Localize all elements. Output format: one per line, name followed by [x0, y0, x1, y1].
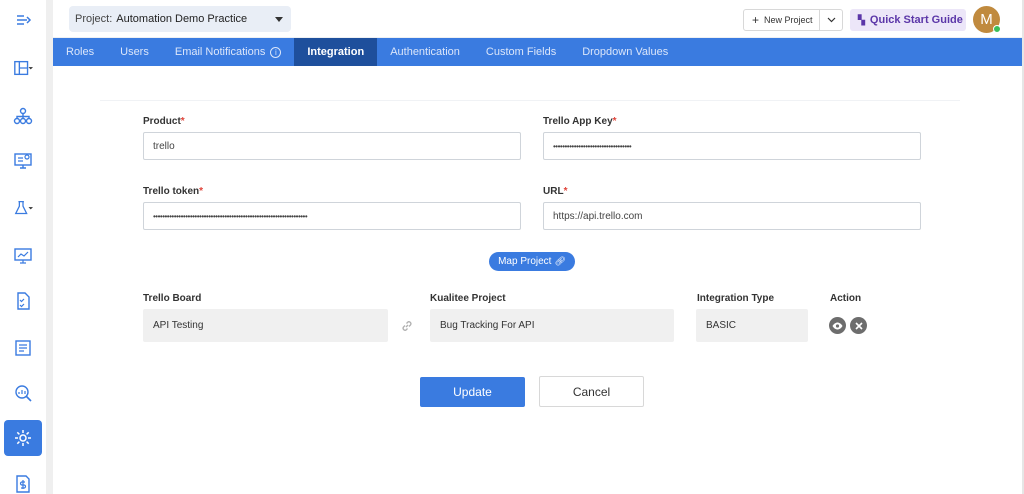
- col-action: Action: [830, 293, 862, 304]
- hierarchy-icon[interactable]: [4, 98, 42, 134]
- product-input[interactable]: trello: [143, 132, 521, 160]
- new-project-dropdown-button[interactable]: [819, 9, 843, 31]
- map-project-button[interactable]: Map Project 🔗︎: [489, 252, 575, 271]
- col-trello-board: Trello Board: [143, 293, 202, 304]
- info-icon: i: [270, 46, 282, 58]
- tab-integration[interactable]: Integration: [294, 38, 378, 66]
- quick-start-guide-button[interactable]: ▚ Quick Start Guide: [850, 9, 966, 31]
- delete-x-icon[interactable]: [850, 317, 867, 334]
- project-select-value: Automation Demo Practice: [116, 13, 248, 25]
- quick-start-label: Quick Start Guide: [869, 14, 963, 26]
- trello-app-key-input[interactable]: ••••••••••••••••••••••••••••••••••: [543, 132, 921, 160]
- trello-token-input[interactable]: ••••••••••••••••••••••••••••••••••••••••…: [143, 202, 521, 230]
- project-select-label: Project:: [75, 13, 113, 25]
- sidebar-scrollbar[interactable]: [46, 0, 53, 494]
- url-label: URL*: [543, 186, 568, 197]
- cancel-button[interactable]: Cancel: [539, 376, 644, 407]
- top-header: Project: Automation Demo Practice + New …: [53, 0, 1024, 38]
- monitor-settings-icon[interactable]: [4, 143, 42, 179]
- chain-link-icon: [400, 319, 414, 336]
- view-eye-icon[interactable]: [829, 317, 846, 334]
- col-integration-type: Integration Type: [697, 293, 775, 304]
- caret-down-icon: [275, 17, 283, 22]
- online-status-dot: [993, 25, 1001, 33]
- map-project-label: Map Project: [498, 256, 552, 267]
- update-button[interactable]: Update: [420, 377, 525, 407]
- link-icon: 🔗︎: [554, 256, 566, 266]
- new-project-label: New Project: [764, 15, 813, 25]
- integration-type-cell: BASIC: [696, 309, 808, 342]
- kualitee-project-cell: Bug Tracking For API: [430, 309, 674, 342]
- report-icon[interactable]: [4, 330, 42, 366]
- trello-app-key-label: Trello App Key*: [543, 116, 617, 127]
- tab-users[interactable]: Users: [107, 38, 162, 66]
- checklist-icon[interactable]: [4, 283, 42, 319]
- dollar-doc-icon[interactable]: [4, 466, 42, 494]
- flask-icon[interactable]: [4, 190, 42, 226]
- tab-custom-fields[interactable]: Custom Fields: [473, 38, 569, 66]
- trello-token-label: Trello token*: [143, 186, 204, 197]
- gear-icon[interactable]: [4, 420, 42, 456]
- project-select[interactable]: Project: Automation Demo Practice: [69, 6, 291, 32]
- col-kualitee-project: Kualitee Project: [430, 293, 506, 304]
- plus-icon: +: [752, 13, 760, 27]
- settings-tabs: Roles Users Email Notifications i Integr…: [53, 38, 1022, 66]
- menu-collapse-icon[interactable]: [4, 2, 42, 38]
- url-input[interactable]: https://api.trello.com: [543, 202, 921, 230]
- avatar-initial: M: [980, 11, 993, 28]
- tab-authentication[interactable]: Authentication: [377, 38, 473, 66]
- tab-email-notifications[interactable]: Email Notifications i: [162, 38, 294, 66]
- monitor-chart-icon[interactable]: [4, 238, 42, 274]
- tab-roles[interactable]: Roles: [53, 38, 107, 66]
- trello-board-cell: API Testing: [143, 309, 388, 342]
- product-label: Product*: [143, 116, 185, 127]
- tab-email-notifications-label: Email Notifications: [174, 46, 266, 58]
- tab-dropdown-values[interactable]: Dropdown Values: [569, 38, 681, 66]
- sidebar: [0, 0, 46, 494]
- search-chart-icon[interactable]: [4, 375, 42, 411]
- guide-icon: ▚: [858, 14, 865, 25]
- dashboard-icon[interactable]: [4, 50, 42, 86]
- chevron-down-icon: [827, 17, 836, 23]
